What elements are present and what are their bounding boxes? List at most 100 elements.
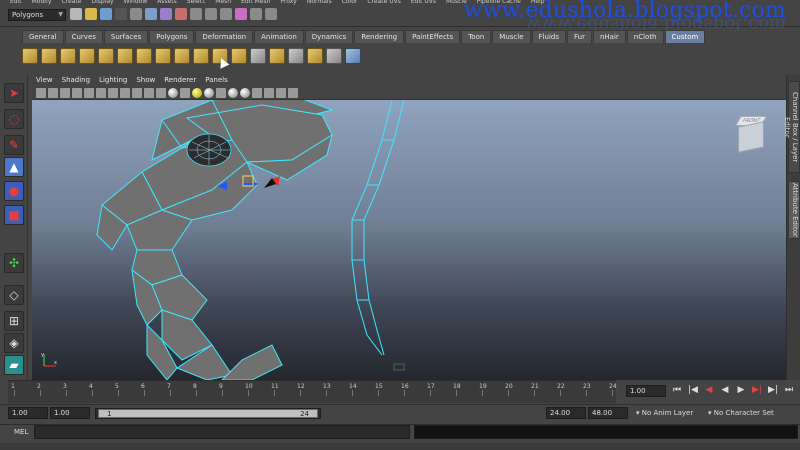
- camera-icon[interactable]: [36, 87, 46, 98]
- go-to-start-icon[interactable]: ⏮: [672, 385, 682, 395]
- shelf-tool-icon[interactable]: [307, 48, 323, 64]
- isolate-icon[interactable]: [216, 87, 226, 98]
- snap-grid-icon[interactable]: [190, 8, 202, 20]
- shaded-sphere-icon[interactable]: [168, 87, 178, 98]
- select-hierarchy-icon[interactable]: [130, 8, 142, 20]
- persp-outliner-layout-icon[interactable]: ◈: [4, 333, 24, 353]
- shelf-tool-icon[interactable]: [193, 48, 209, 64]
- open-scene-icon[interactable]: [85, 8, 97, 20]
- menu-item[interactable]: Create: [62, 0, 82, 5]
- share-icon[interactable]: [288, 87, 298, 98]
- safe-title-icon[interactable]: [132, 87, 142, 98]
- move-tool-icon[interactable]: ▲: [4, 157, 24, 177]
- shelf-tool-icon[interactable]: [136, 48, 152, 64]
- shelf-tool-icon[interactable]: [288, 48, 304, 64]
- mel-input[interactable]: [34, 425, 410, 439]
- shelf-tab-animation[interactable]: Animation: [254, 30, 304, 43]
- menu-item[interactable]: Mesh: [215, 0, 231, 5]
- step-forward-frame-icon[interactable]: ▶|: [752, 385, 762, 395]
- shelf-tab-painteffects[interactable]: PaintEffects: [405, 30, 461, 43]
- image-plane-icon[interactable]: [72, 87, 82, 98]
- magnet-snap-icon[interactable]: [175, 8, 187, 20]
- anim-layer-selector[interactable]: ▾ No Anim Layer: [636, 407, 693, 419]
- mode-selector[interactable]: Polygons ▼: [8, 9, 66, 21]
- time-slider[interactable]: 1 2 3 4 5 6 7 8 9 10 11 12 13 14 15 16 17 18 19 20 21 22 23 24: [8, 380, 617, 403]
- shelf-tab-fur[interactable]: Fur: [566, 30, 592, 43]
- viewport-menu-view[interactable]: View: [36, 75, 53, 85]
- single-perspective-layout-icon[interactable]: ◇: [4, 285, 24, 305]
- step-back-key-icon[interactable]: |◀: [688, 385, 698, 395]
- viewport-menu-panels[interactable]: Panels: [205, 75, 228, 85]
- xray-joints-icon[interactable]: [240, 87, 250, 98]
- menu-item[interactable]: Create UVs: [367, 0, 400, 5]
- shelf-tab-rendering[interactable]: Rendering: [354, 30, 405, 43]
- end-time-field[interactable]: 48.00: [588, 407, 628, 419]
- select-tool-icon[interactable]: ➤: [4, 83, 24, 103]
- cube-icon[interactable]: [276, 87, 286, 98]
- shelf-tab-general[interactable]: General: [22, 30, 64, 43]
- shelf-tab-dynamics[interactable]: Dynamics: [304, 30, 354, 43]
- shelf-tool-icon[interactable]: [250, 48, 266, 64]
- snap-curve-icon[interactable]: [205, 8, 217, 20]
- menu-item[interactable]: Window: [124, 0, 148, 5]
- wireframe-icon[interactable]: [144, 87, 154, 98]
- shelf-tool-icon[interactable]: [22, 48, 38, 64]
- render-icon[interactable]: [265, 8, 277, 20]
- lights-icon[interactable]: [192, 87, 202, 98]
- shelf-tool-icon[interactable]: [174, 48, 190, 64]
- shelf-tool-icon[interactable]: [326, 48, 342, 64]
- menu-item[interactable]: Select: [187, 0, 206, 5]
- four-view-layout-icon[interactable]: ⊞: [4, 311, 24, 331]
- shelf-tab-nhair[interactable]: nHair: [592, 30, 626, 43]
- play-forward-icon[interactable]: ▶: [736, 385, 746, 395]
- shelf-tab-polygons[interactable]: Polygons: [149, 30, 195, 43]
- playback-end-field[interactable]: 24.00: [546, 407, 586, 419]
- menu-item[interactable]: Normals: [307, 0, 332, 5]
- shelf-tab-surfaces[interactable]: Surfaces: [103, 30, 149, 43]
- character-set-selector[interactable]: ▾ No Character Set: [708, 407, 774, 419]
- rotate-tool-icon[interactable]: ●: [4, 181, 24, 201]
- tab-attribute-editor[interactable]: Attribute Editor: [788, 181, 800, 239]
- film-gate-icon[interactable]: [96, 87, 106, 98]
- menu-item[interactable]: Modify: [32, 0, 52, 5]
- resolution-gate-icon[interactable]: [108, 87, 118, 98]
- viewcube[interactable]: FRONT RIGHT: [734, 116, 768, 154]
- shelf-tool-icon[interactable]: [79, 48, 95, 64]
- select-object-icon[interactable]: [145, 8, 157, 20]
- menu-item[interactable]: Edit Mesh: [241, 0, 270, 5]
- bookmark-icon[interactable]: [60, 87, 70, 98]
- shelf-tab-custom[interactable]: Custom: [664, 30, 706, 43]
- save-scene-icon[interactable]: [100, 8, 112, 20]
- camera-attributes-icon[interactable]: [48, 87, 58, 98]
- current-time-field[interactable]: 1.00: [626, 385, 666, 397]
- shelf-tab-deformation[interactable]: Deformation: [195, 30, 254, 43]
- start-time-field[interactable]: 1.00: [8, 407, 48, 419]
- viewport-menu-renderer[interactable]: Renderer: [164, 75, 196, 85]
- shelf-tab-ncloth[interactable]: nCloth: [626, 30, 664, 43]
- range-slider-handle[interactable]: 1 24: [98, 409, 318, 418]
- snap-surface-icon[interactable]: [235, 8, 247, 20]
- select-component-icon[interactable]: [160, 8, 172, 20]
- tab-channel-box[interactable]: Channel Box / Layer Editor: [783, 81, 800, 173]
- viewcube-front-face[interactable]: [738, 121, 764, 153]
- menu-item[interactable]: Color: [342, 0, 358, 5]
- textured-icon[interactable]: [180, 87, 190, 98]
- playback-start-field[interactable]: 1.00: [50, 407, 90, 419]
- go-to-end-icon[interactable]: ⏭: [784, 385, 794, 395]
- menu-item[interactable]: Assets: [157, 0, 177, 5]
- mel-label[interactable]: MEL: [14, 427, 28, 437]
- shelf-tool-icon[interactable]: [117, 48, 133, 64]
- high-quality-icon[interactable]: [252, 87, 262, 98]
- paint-select-tool-icon[interactable]: ✎: [4, 135, 24, 155]
- new-scene-icon[interactable]: [70, 8, 82, 20]
- menu-item[interactable]: Display: [91, 0, 113, 5]
- viewport-menu-shading[interactable]: Shading: [62, 75, 90, 85]
- shelf-tool-icon[interactable]: [98, 48, 114, 64]
- scale-tool-icon[interactable]: ■: [4, 205, 24, 225]
- shadows-icon[interactable]: [204, 87, 214, 98]
- outliner-layout-icon[interactable]: ▰: [4, 355, 24, 375]
- shelf-tool-icon[interactable]: [345, 48, 361, 64]
- hud-icon[interactable]: [264, 87, 274, 98]
- shelf-tool-icon[interactable]: [231, 48, 247, 64]
- menu-item[interactable]: Edit UVs: [411, 0, 436, 5]
